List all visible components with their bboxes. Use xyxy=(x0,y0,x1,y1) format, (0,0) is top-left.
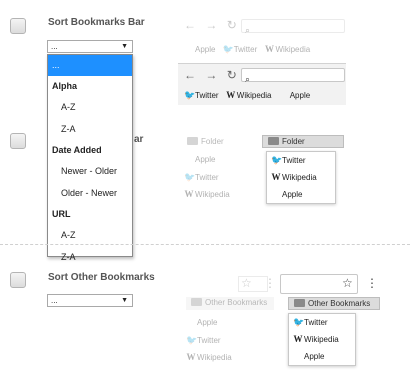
sort-folders-title-fragment: ar xyxy=(134,134,144,145)
twitter-icon: 🐦 xyxy=(186,335,198,345)
sort-dropdown-list: ... Alpha A-Z Z-A Date Added Newer - Old… xyxy=(47,54,133,262)
bookmark-label: Apple xyxy=(289,91,311,100)
bookmark-label: Twitter xyxy=(195,91,219,100)
folder-label: Folder xyxy=(201,137,224,146)
dropdown-group-date-added: Date Added xyxy=(52,145,102,155)
sort-other-bookmarks-title: Sort Other Bookmarks xyxy=(48,272,155,283)
bookmark-label: Twitter xyxy=(197,336,221,345)
dropdown-group-alpha: Alpha xyxy=(52,81,78,91)
preview-folder-before: Folder Apple 🐦Twitter W Wikipedia xyxy=(178,134,256,206)
bookmark-label: Wikipedia xyxy=(282,173,317,182)
sort-other-bookmarks-select[interactable]: ... ▼ xyxy=(47,294,133,307)
search-icon: ⌕ xyxy=(245,74,251,84)
bookmark-label: Twitter xyxy=(304,318,328,327)
star-icon: ☆ xyxy=(241,276,252,290)
dropdown-option-newer-older[interactable]: Newer - Older xyxy=(48,160,132,182)
bookmark-label: Wikipedia xyxy=(195,190,230,199)
sort-other-bookmarks-checkbox[interactable] xyxy=(10,272,26,288)
bookmark-label: Wikipedia xyxy=(304,335,339,344)
preview-bookmarks-bar-after: ← → ↻ ⌕ 🐦Twitter W Wikipedia Apple xyxy=(178,63,346,105)
bookmark-label: Apple xyxy=(304,352,325,361)
twitter-icon: 🐦 xyxy=(184,90,196,100)
sort-bookmarks-bar-select[interactable]: ... ▼ xyxy=(47,40,133,53)
folder-menu: 🐦Twitter W Wikipedia Apple xyxy=(266,151,336,204)
wikipedia-icon: W xyxy=(271,172,281,182)
wikipedia-icon: W xyxy=(226,90,236,100)
bookmark-label: Wikipedia xyxy=(275,45,311,54)
bookmark-label: Twitter xyxy=(195,173,219,182)
forward-icon: → xyxy=(205,68,218,82)
bookmark-label: Apple xyxy=(195,155,216,164)
reload-icon: ↻ xyxy=(226,18,237,32)
bookmark-label: Twitter xyxy=(282,156,306,165)
dropdown-group-url: URL xyxy=(52,209,71,219)
reload-icon: ↻ xyxy=(226,68,237,82)
folder-icon xyxy=(294,299,305,307)
bookmark-label: Apple xyxy=(197,318,218,327)
menu-item: 🐦Twitter xyxy=(267,152,335,169)
bookmark-label: Apple xyxy=(195,45,216,54)
forward-icon: → xyxy=(205,18,218,32)
twitter-icon: 🐦 xyxy=(271,155,283,165)
menu-item: 🐦Twitter xyxy=(289,314,355,331)
preview-other-bookmarks-before: ☆ ⋮ Other Bookmarks Apple 🐦Twitter W Wiki… xyxy=(178,276,278,366)
dropdown-option-older-newer[interactable]: Older - Newer xyxy=(48,182,132,204)
dropdown-option-none[interactable]: ... xyxy=(48,55,132,76)
back-icon: ← xyxy=(184,68,196,82)
more-icon: ⋮ xyxy=(264,276,276,290)
section-divider xyxy=(0,244,410,245)
dropdown-option-url-az[interactable]: A-Z xyxy=(48,224,132,246)
menu-item: Apple xyxy=(289,348,355,365)
wikipedia-icon: W xyxy=(293,334,303,344)
chevron-down-icon: ▼ xyxy=(121,297,128,304)
sort-bookmarks-bar-checkbox[interactable] xyxy=(10,18,26,34)
twitter-icon: 🐦 xyxy=(222,44,234,54)
preview-folder-after: Folder 🐦Twitter W Wikipedia Apple xyxy=(262,133,344,207)
sort-bookmarks-bar-title: Sort Bookmarks Bar xyxy=(48,17,145,28)
chevron-down-icon: ▼ xyxy=(121,43,128,50)
select-value: ... xyxy=(51,296,58,305)
wikipedia-icon: W xyxy=(184,189,194,199)
other-bookmarks-menu: 🐦Twitter W Wikipedia Apple xyxy=(288,313,356,366)
wikipedia-icon: W xyxy=(186,352,196,362)
bookmark-label: Wikipedia xyxy=(197,353,232,362)
menu-item: W Wikipedia xyxy=(267,169,335,186)
bookmark-label: Apple xyxy=(282,190,303,199)
dropdown-option-alpha-za[interactable]: Z-A xyxy=(48,118,132,140)
bookmark-label: Twitter xyxy=(233,45,258,54)
folder-label: Folder xyxy=(282,137,305,146)
search-icon: ⌕ xyxy=(245,25,251,35)
star-icon: ☆ xyxy=(342,276,353,290)
folder-icon xyxy=(268,137,279,145)
wikipedia-icon: W xyxy=(265,44,274,54)
menu-item: W Wikipedia xyxy=(289,331,355,348)
folder-icon xyxy=(191,298,202,306)
omnibox: ⌕ xyxy=(241,68,345,84)
dropdown-option-url-za[interactable]: Z-A xyxy=(48,246,132,268)
dropdown-option-alpha-az[interactable]: A-Z xyxy=(48,96,132,118)
preview-bookmarks-bar-before: ← → ↻ ⌕ Apple 🐦Twitter W Wikipedia xyxy=(178,14,346,60)
select-value: ... xyxy=(51,42,58,51)
sort-folders-checkbox[interactable] xyxy=(10,133,26,149)
back-icon: ← xyxy=(184,18,196,32)
folder-label: Other Bookmarks xyxy=(205,298,268,307)
twitter-icon: 🐦 xyxy=(184,172,196,182)
bookmark-label: Wikipedia xyxy=(236,91,272,100)
more-icon: ⋮ xyxy=(366,276,378,290)
omnibox: ⌕ xyxy=(241,19,345,35)
menu-item: Apple xyxy=(267,186,335,203)
twitter-icon: 🐦 xyxy=(293,317,305,327)
folder-icon xyxy=(187,137,198,145)
folder-label: Other Bookmarks xyxy=(308,299,371,308)
preview-other-bookmarks-after: ☆ ⋮ Other Bookmarks 🐦Twitter W Wikipedia … xyxy=(280,273,380,368)
